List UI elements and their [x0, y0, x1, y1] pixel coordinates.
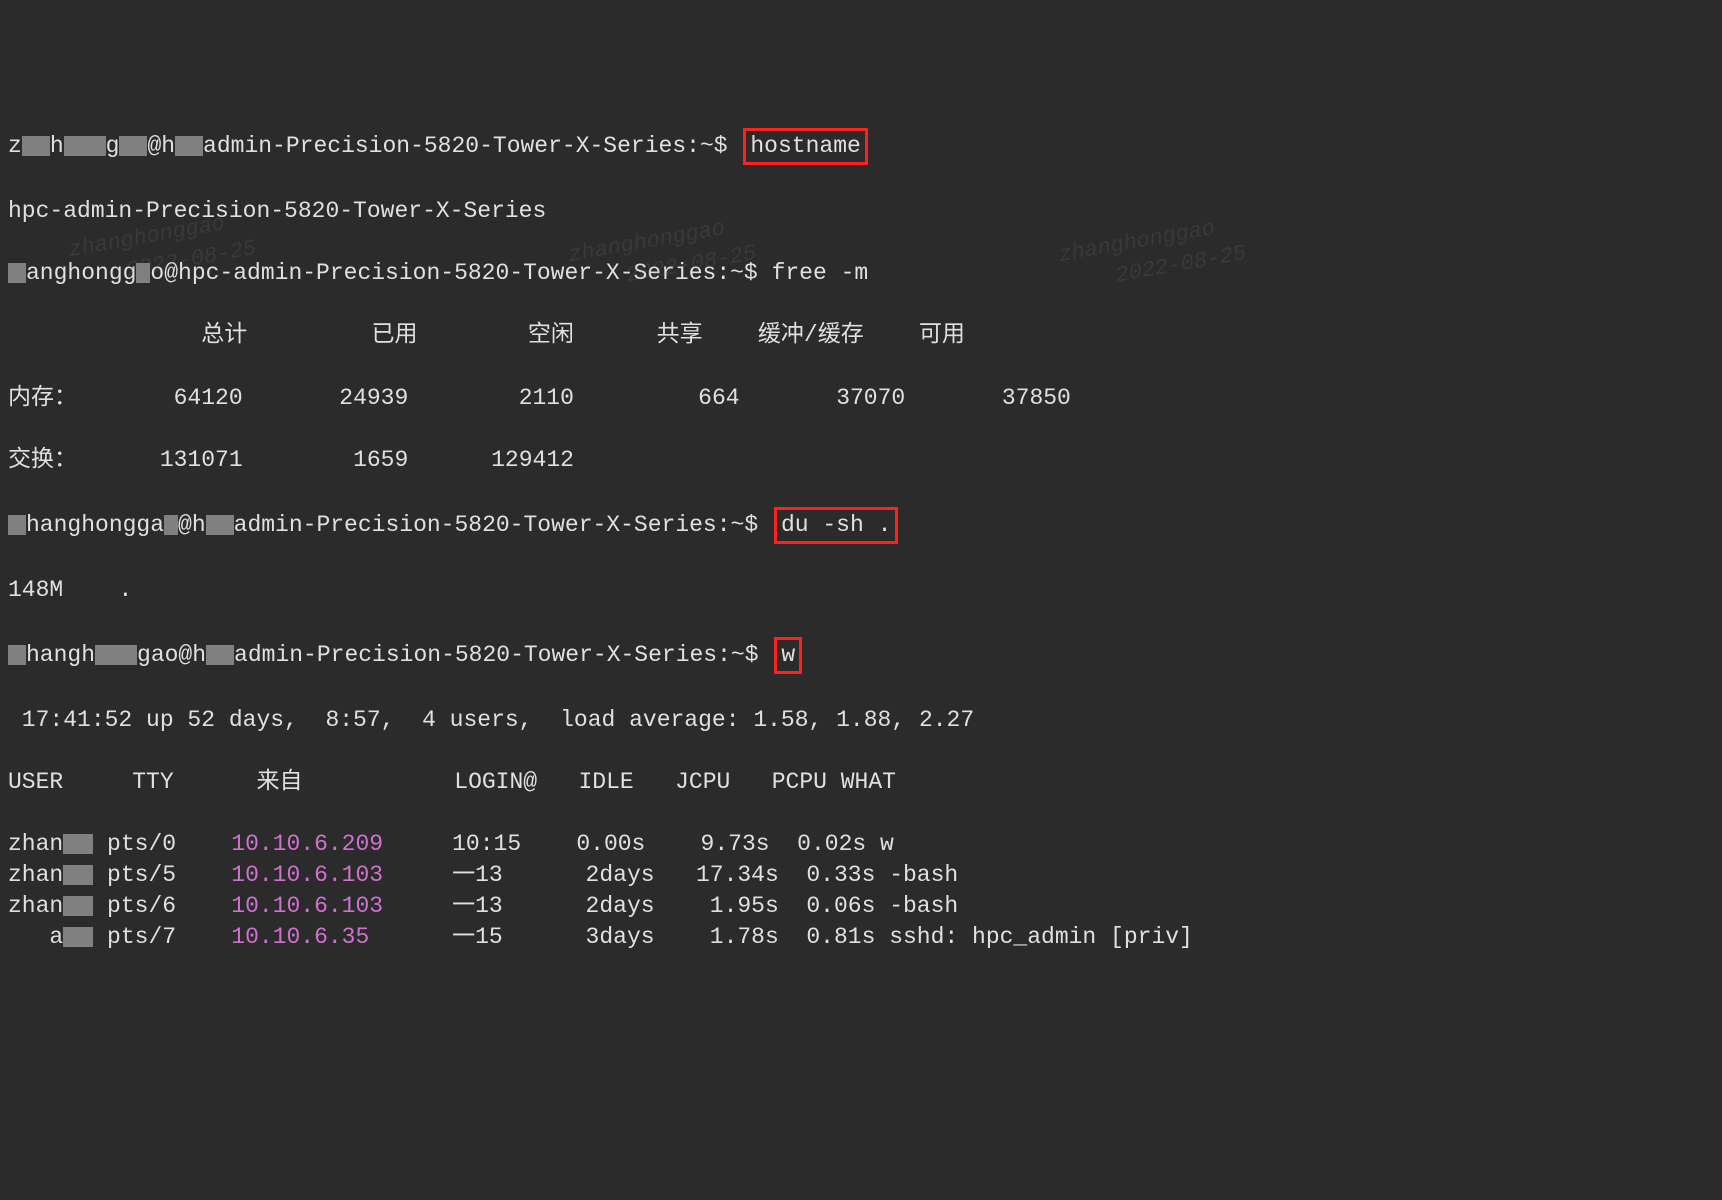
w-row: zhanxx pts/5 10.10.6.103 一13 2days 17.34…	[8, 860, 1714, 891]
w-login: 一15	[452, 924, 572, 950]
w-what: -bash	[889, 862, 958, 888]
w-what: w	[880, 831, 894, 857]
w-idle: 2days	[572, 893, 682, 919]
prompt-user-4: hanghxxxgao@hxxadmin-Precision-5820-Towe…	[26, 642, 717, 668]
w-tty: pts/7	[107, 924, 231, 950]
w-uptime: 17:41:52 up 52 days, 8:57, 4 users, load…	[8, 705, 1714, 736]
w-row: zhanxx pts/0 10.10.6.209 10:15 0.00s 9.7…	[8, 829, 1714, 860]
command-hostname: hostname	[743, 128, 867, 165]
w-login: 10:15	[452, 831, 562, 857]
prompt-user-host: zxxhxxxgxx@hxx	[8, 133, 203, 159]
prompt-host-3: @hxxadmin-Precision-5820-Tower-X-Series	[178, 512, 717, 538]
w-jcpu: 1.78s	[682, 924, 792, 950]
w-tty: pts/0	[107, 831, 231, 857]
du-output: 148M .	[8, 575, 1714, 606]
free-swap-row: 交换： 131071 1659 129412	[8, 445, 1714, 476]
prompt-line-3: xhanghonggax@hxxadmin-Precision-5820-Tow…	[8, 507, 1714, 544]
w-login: 一13	[452, 893, 572, 919]
hostname-output: hpc-admin-Precision-5820-Tower-X-Series	[8, 196, 1714, 227]
free-header: 总计 已用 空闲 共享 缓冲/缓存 可用	[8, 320, 1714, 351]
prompt-line-1: zxxhxxxgxx@hxxadmin-Precision-5820-Tower…	[8, 128, 1714, 165]
w-jcpu: 17.34s	[682, 862, 792, 888]
prompt-line-2: xanghonggxo@hpc-admin-Precision-5820-Tow…	[8, 258, 1714, 289]
command-w: w	[774, 637, 802, 674]
w-user: zhanxx	[8, 831, 107, 857]
w-row: zhanxx pts/6 10.10.6.103 一13 2days 1.95s…	[8, 891, 1714, 922]
w-user: zhanxx	[8, 862, 107, 888]
prompt-suffix: :~$	[686, 133, 727, 159]
command-free: free -m	[772, 260, 869, 286]
w-tty: pts/5	[107, 862, 231, 888]
w-login: 一13	[452, 862, 572, 888]
w-tty: pts/6	[107, 893, 231, 919]
prompt-host-tail: admin-Precision-5820-Tower-X-Series	[203, 133, 686, 159]
prompt-user-host-2: xanghonggxo@hpc-admin-Precision-5820-Tow…	[8, 260, 716, 286]
w-from: 10.10.6.103	[231, 862, 452, 888]
w-header: USER TTY 来自 LOGIN@ IDLE JCPU PCPU WHAT	[8, 767, 1714, 798]
w-what: -bash	[889, 893, 958, 919]
w-pcpu: 0.81s	[793, 924, 890, 950]
free-mem-row: 内存： 64120 24939 2110 664 37070 37850	[8, 383, 1714, 414]
prompt-line-4: xhanghxxxgao@hxxadmin-Precision-5820-Tow…	[8, 637, 1714, 674]
w-idle: 2days	[572, 862, 682, 888]
w-pcpu: 0.33s	[793, 862, 890, 888]
w-idle: 0.00s	[563, 831, 673, 857]
w-jcpu: 9.73s	[673, 831, 783, 857]
w-pcpu: 0.02s	[783, 831, 880, 857]
w-rows: zhanxx pts/0 10.10.6.209 10:15 0.00s 9.7…	[8, 829, 1714, 953]
w-what: sshd: hpc_admin [priv]	[889, 924, 1193, 950]
command-du: du -sh .	[774, 507, 898, 544]
w-row: axx pts/7 10.10.6.35 一15 3days 1.78s 0.8…	[8, 922, 1714, 953]
w-jcpu: 1.95s	[682, 893, 792, 919]
w-from: 10.10.6.103	[231, 893, 452, 919]
w-pcpu: 0.06s	[793, 893, 890, 919]
w-idle: 3days	[572, 924, 682, 950]
w-from: 10.10.6.209	[231, 831, 452, 857]
w-user: axx	[8, 924, 107, 950]
w-from: 10.10.6.35	[231, 924, 452, 950]
prompt-user-3: hanghongga	[26, 512, 164, 538]
w-user: zhanxx	[8, 893, 107, 919]
